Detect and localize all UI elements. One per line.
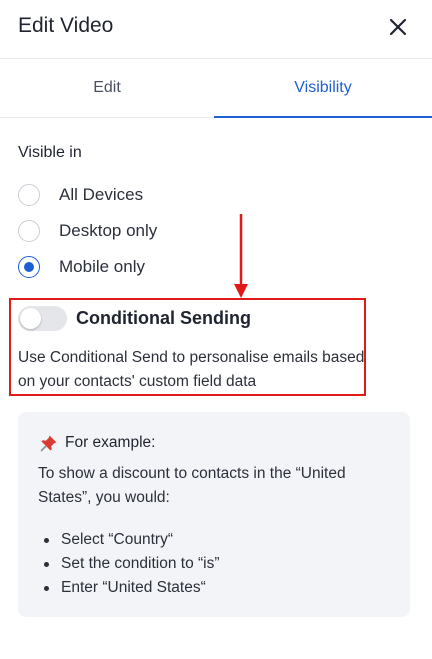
radio-label: All Devices [59, 185, 144, 204]
close-icon [389, 18, 407, 36]
bullet-icon [44, 562, 49, 567]
pushpin-icon [40, 435, 57, 452]
conditional-sending-title: Conditional Sending [76, 308, 251, 328]
close-button[interactable] [385, 14, 411, 40]
tab-visibility[interactable]: Visibility [214, 59, 432, 118]
tab-bar: Edit Visibility [0, 58, 432, 118]
example-heading: For example: [65, 434, 156, 451]
radio-button[interactable] [18, 184, 40, 206]
visible-in-label: Visible in [18, 144, 82, 161]
radio-option-all-devices[interactable]: All Devices [18, 184, 318, 208]
radio-label: Desktop only [59, 221, 158, 240]
step-text: Enter “United States“ [61, 579, 206, 596]
list-item: Set the condition to “is” [38, 552, 358, 576]
radio-button-selected[interactable] [18, 256, 40, 278]
active-tab-indicator [214, 116, 432, 118]
edit-video-panel: Edit Video Edit Visibility Visible in Al… [0, 0, 432, 659]
toggle-knob [20, 308, 41, 329]
panel-header: Edit Video [0, 0, 432, 58]
conditional-sending-description: Use Conditional Send to personalise emai… [18, 349, 365, 390]
step-text: Set the condition to “is” [61, 555, 220, 572]
radio-option-mobile-only[interactable]: Mobile only [18, 256, 318, 280]
step-text: Select “Country“ [61, 531, 173, 548]
example-steps-list: Select “Country“ Set the condition to “i… [38, 528, 358, 600]
conditional-sending-toggle[interactable] [18, 306, 67, 331]
panel-title: Edit Video [18, 14, 114, 37]
radio-button[interactable] [18, 220, 40, 242]
example-intro: To show a discount to contacts in the “U… [38, 465, 346, 506]
list-item: Enter “United States“ [38, 576, 358, 600]
list-item: Select “Country“ [38, 528, 358, 552]
annotation-arrow-icon [234, 214, 248, 298]
radio-label: Mobile only [59, 257, 145, 276]
bullet-icon [44, 538, 49, 543]
tab-edit[interactable]: Edit [0, 59, 214, 118]
radio-option-desktop-only[interactable]: Desktop only [18, 220, 318, 244]
bullet-icon [44, 586, 49, 591]
